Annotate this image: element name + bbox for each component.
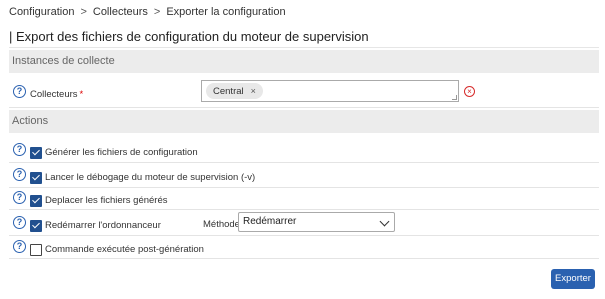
row-divider [9,209,599,210]
action-post-command-label: Commande exécutée post-génération [45,244,204,255]
checkbox-generate-config[interactable] [30,147,42,159]
action-move-files-label: Deplacer les fichiers générés [45,195,168,206]
method-label: Méthode [203,219,240,230]
breadcrumb-collecteurs[interactable]: Collecteurs [93,6,148,18]
question-circle-icon[interactable]: ? [13,168,26,181]
collecteurs-label: Collecteurs * [30,89,83,100]
chevron-down-icon [379,216,390,227]
breadcrumb: Configuration > Collecteurs > Exporter la co… [9,6,286,18]
close-circle-icon[interactable]: × [464,86,475,97]
row-divider [9,107,599,108]
title-divider [9,47,599,48]
collector-chip-central: Central × [206,83,263,99]
action-restart-scheduler-label: Redémarrer l'ordonnanceur [45,220,161,231]
method-select[interactable]: Redémarrer [238,212,395,232]
row-divider [9,258,599,259]
row-divider [9,162,599,163]
action-generate-config-label: Générer les fichiers de configuration [45,147,198,158]
row-divider [9,235,599,236]
row-divider [9,187,599,188]
export-button[interactable]: Exporter [551,269,595,289]
chip-remove-icon[interactable]: × [251,86,256,96]
checkbox-post-command[interactable] [30,244,42,256]
collecteurs-multiselect[interactable]: Central × [201,80,459,102]
section-actions-header: Actions [9,110,599,133]
question-circle-icon[interactable]: ? [13,191,26,204]
required-mark: * [79,89,84,100]
question-circle-icon[interactable]: ? [13,240,26,253]
question-circle-icon[interactable]: ? [13,216,26,229]
question-circle-icon[interactable]: ? [13,85,26,98]
breadcrumb-separator: > [80,6,87,18]
resize-handle-icon[interactable] [452,95,457,100]
action-debug-engine-label: Lancer le débogage du moteur de supervis… [45,172,256,183]
collecteurs-label-text: Collecteurs [30,89,78,100]
checkbox-debug-engine[interactable] [30,172,42,184]
question-circle-icon[interactable]: ? [13,143,26,156]
checkbox-restart-scheduler[interactable] [30,220,42,232]
page-title: | Export des fichiers de configuration d… [9,29,369,44]
checkbox-move-files[interactable] [30,195,42,207]
breadcrumb-export[interactable]: Exporter la configuration [166,6,285,18]
section-instances-header: Instances de collecte [9,50,599,73]
method-select-value: Redémarrer [243,216,297,227]
breadcrumb-configuration[interactable]: Configuration [9,6,74,18]
breadcrumb-separator: > [153,6,161,18]
collector-chip-label: Central [213,86,244,97]
